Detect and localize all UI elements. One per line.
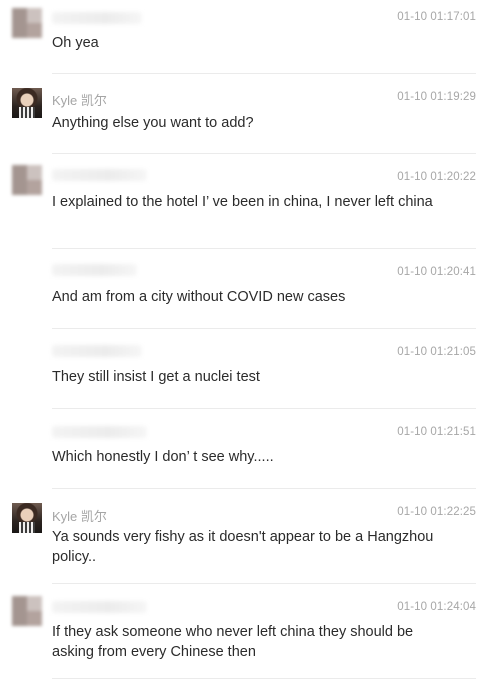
redacted-sender-name	[52, 169, 147, 181]
avatar[interactable]	[12, 165, 42, 195]
message-text: If they ask someone who never left china…	[52, 624, 414, 660]
message-text: Oh yea	[52, 35, 99, 51]
divider	[52, 248, 476, 249]
divider	[52, 408, 476, 409]
divider	[52, 678, 476, 679]
message-time: 01-10 01:21:51	[397, 426, 476, 438]
message-text: Anything else you want to add?	[52, 115, 254, 131]
sender-name: Kyle 凯尔	[52, 93, 107, 108]
divider	[52, 583, 476, 584]
message-time: 01-10 01:20:22	[397, 171, 476, 183]
redacted-sender-name	[52, 345, 142, 357]
divider	[52, 328, 476, 329]
message-time: 01-10 01:22:25	[397, 506, 476, 518]
avatar[interactable]	[12, 8, 42, 38]
message-text: Which honestly I don’ t see why.....	[52, 449, 274, 465]
redacted-sender-name	[52, 12, 142, 24]
message-time: 01-10 01:21:05	[397, 346, 476, 358]
message-time: 01-10 01:19:29	[397, 91, 476, 103]
message-text: I explained to the hotel I’ ve been in c…	[52, 194, 433, 210]
sender-name: Kyle 凯尔	[52, 509, 107, 524]
message-text: Ya sounds very fishy as it doesn't appea…	[52, 529, 434, 565]
divider	[52, 73, 476, 74]
message-text: They still insist I get a nuclei test	[52, 369, 260, 385]
avatar[interactable]	[12, 503, 42, 533]
avatar[interactable]	[12, 88, 42, 118]
redacted-sender-name	[52, 264, 137, 276]
redacted-sender-name	[52, 601, 147, 613]
divider	[52, 153, 476, 154]
avatar[interactable]	[12, 596, 42, 626]
redacted-sender-name	[52, 426, 147, 438]
message-time: 01-10 01:17:01	[397, 11, 476, 23]
message-text: And am from a city without COVID new cas…	[52, 289, 346, 305]
message-time: 01-10 01:20:41	[397, 266, 476, 278]
chat-history: 01-10 01:17:01 Oh yea Kyle 凯尔 01-10 01:1…	[0, 0, 490, 680]
divider	[52, 488, 476, 489]
message-time: 01-10 01:24:04	[397, 601, 476, 613]
